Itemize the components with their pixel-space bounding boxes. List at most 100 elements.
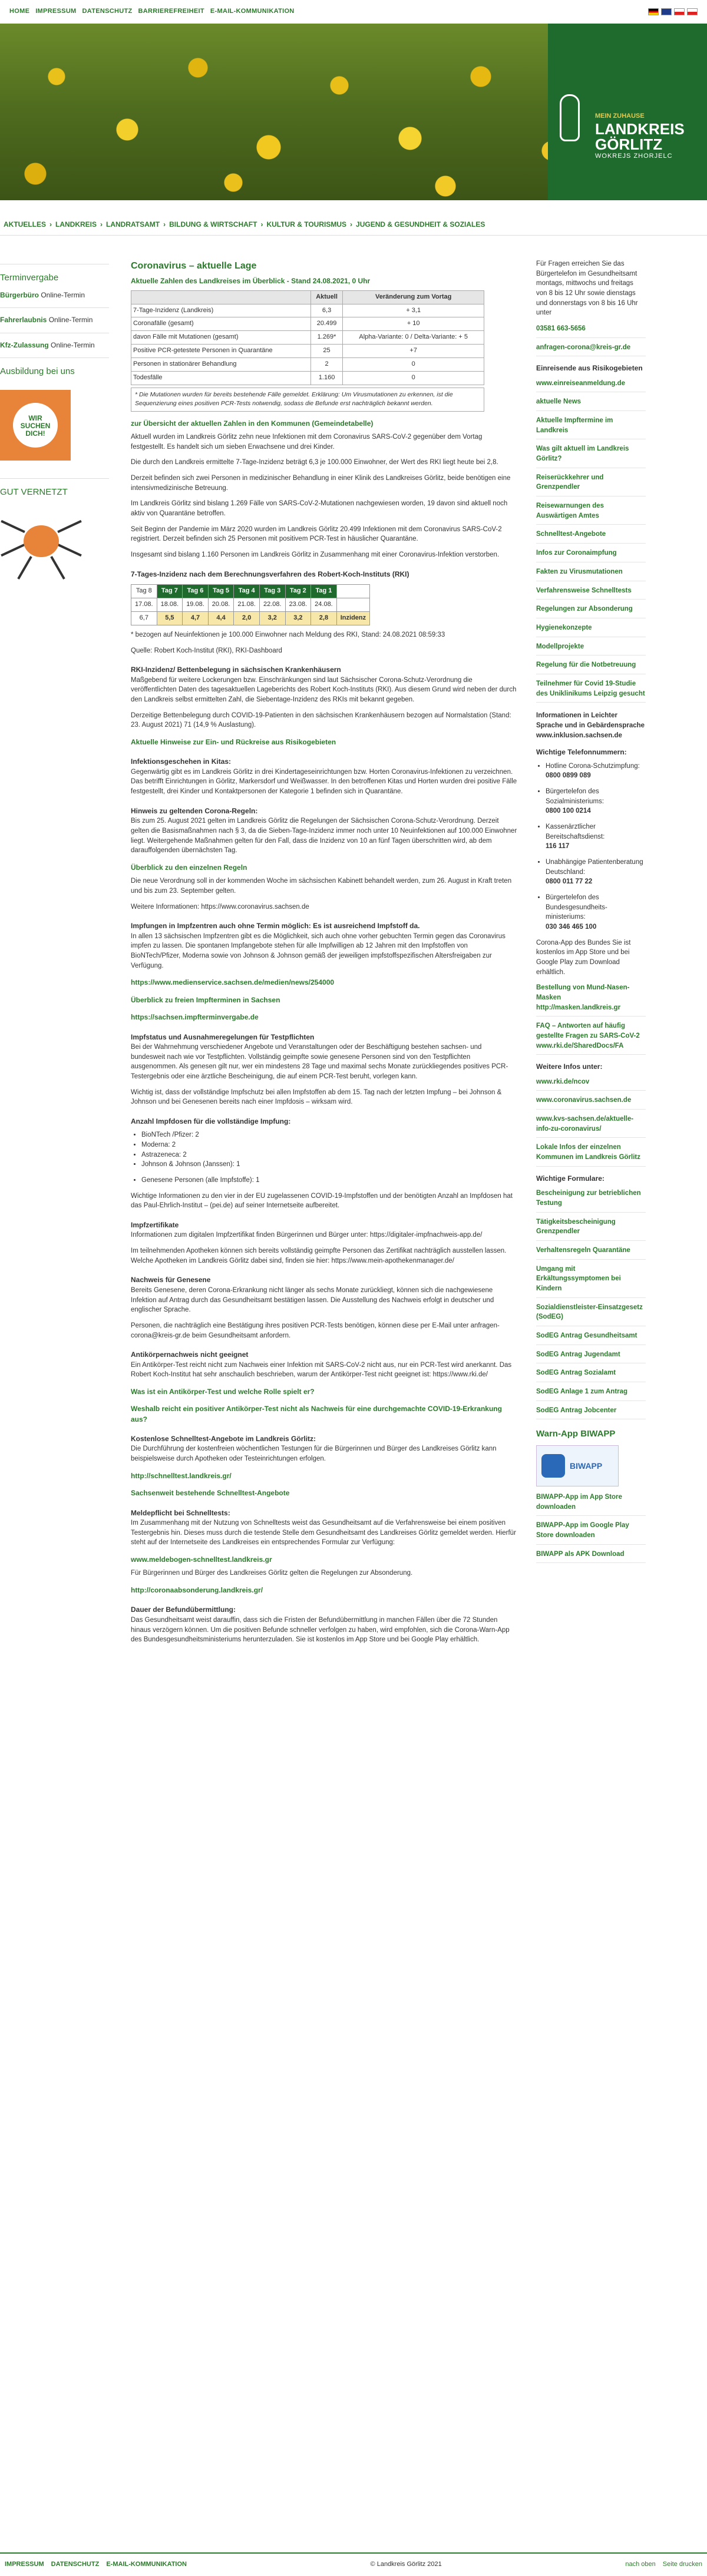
nav-aktuelles[interactable]: AKTUELLES (4, 220, 46, 230)
wir-suchen-dich-badge[interactable]: WIR SUCHEN DICH! (0, 389, 71, 461)
top-link-email[interactable]: E-MAIL-KOMMUNIKATION (210, 7, 295, 16)
info-link[interactable]: Lokale Infos der einzelnen Kommunen im L… (536, 1143, 646, 1167)
footer-datenschutz[interactable]: DATENSCHUTZ (51, 2560, 100, 2570)
impf-link[interactable]: https://www.medienservice.sachsen.de/med… (131, 978, 517, 988)
top-link-impressum[interactable]: IMPRESSUM (35, 7, 76, 16)
footer-impressum[interactable]: IMPRESSUM (5, 2560, 44, 2570)
form-link[interactable]: SodEG Anlage 1 zum Antrag (536, 1387, 646, 1401)
nav-bildung[interactable]: BILDUNG & WIRTSCHAFT (169, 220, 257, 230)
list-item: Kassenärztlicher Bereitschaftsdienst:116… (546, 822, 646, 852)
flag-cz-icon[interactable] (687, 8, 698, 15)
schnelltest-link-2[interactable]: Sachsenweit bestehende Schnelltest-Angeb… (131, 1488, 517, 1498)
svc-buergerbuero[interactable]: Bürgerbüro Online-Termin (0, 290, 109, 300)
list-item: BioNTech /Pfizer: 2 (141, 1130, 517, 1140)
right-link[interactable]: Was gilt aktuell im Landkreis Görlitz? (536, 444, 646, 468)
befund-text: Das Gesundheitsamt weist darauffin, dass… (131, 1616, 510, 1644)
regeln-link[interactable]: Überblick zu den einzelnen Regeln (131, 863, 517, 873)
meldepflicht-text-2: Für Bürgerinnen und Bürger des Landkreis… (131, 1570, 413, 1577)
right-link[interactable]: aktuelle News (536, 397, 646, 412)
nav-jugend[interactable]: JUGEND & GESUNDHEIT & SOZIALES (356, 220, 485, 230)
impf-title: Impfungen in Impfzentren auch ohne Termi… (131, 922, 420, 931)
faq-link[interactable]: FAQ – Antworten auf häufig gestellte Fra… (536, 1021, 646, 1055)
hotline-phone[interactable]: 03581 663-5656 (536, 324, 646, 338)
drucken-link[interactable]: Seite drucken (663, 2560, 702, 2570)
para-6: Insgesamt sind bislang 1.160 Personen im… (131, 551, 500, 559)
kitas-title: Infektionsgeschehen in Kitas: (131, 757, 232, 766)
nav-landratsamt[interactable]: LANDRATSAMT (106, 220, 160, 230)
form-link[interactable]: SodEG Antrag Sozialamt (536, 1368, 646, 1382)
nach-oben-link[interactable]: nach oben (625, 2560, 655, 2570)
page: HOME IMPRESSUM DATENSCHUTZ BARRIEREFREIH… (0, 0, 707, 2576)
info-link[interactable]: www.kvs-sachsen.de/aktuelle-info-zu-coro… (536, 1114, 646, 1138)
top-link-home[interactable]: HOME (9, 7, 29, 16)
right-link[interactable]: Reiserückkehrer und Grenzpendler (536, 473, 646, 497)
top-link-barrierefreiheit[interactable]: BARRIEREFREIHEIT (138, 7, 204, 16)
biwapp-logo[interactable]: BIWAPP (536, 1445, 619, 1487)
right-link[interactable]: Fakten zu Virusmutationen (536, 567, 646, 581)
spider-mascot-icon[interactable] (0, 508, 82, 584)
antikoerper-link-1[interactable]: Was ist ein Antikörper-Test und welche R… (131, 1387, 517, 1397)
right-link[interactable]: Aktuelle Impftermine im Landkreis (536, 416, 646, 440)
top-link-datenschutz[interactable]: DATENSCHUTZ (82, 7, 133, 16)
nav-landkreis[interactable]: LANDKREIS (55, 220, 97, 230)
biwapp-link[interactable]: BIWAPP-App im App Store downloaden (536, 1492, 646, 1517)
ausbildung-title: Ausbildung bei uns (0, 366, 75, 376)
right-link[interactable]: Infos zur Coronaimpfung (536, 548, 646, 562)
form-link[interactable]: Bescheinigung zur betrieblichen Testung (536, 1188, 646, 1213)
svc-fahrerlaubnis[interactable]: Fahrerlaubnis Online-Termin (0, 315, 109, 325)
gemeindetabelle-link[interactable]: zur Übersicht der aktuellen Zahlen in de… (131, 419, 517, 429)
einreise-label: Einreisende aus Risikogebieten (536, 364, 643, 373)
terminvergabe-title: Terminvergabe (0, 273, 59, 283)
right-link[interactable]: Modellprojekte (536, 642, 646, 656)
info-link[interactable]: www.rki.de/ncov (536, 1077, 646, 1091)
rki-source[interactable]: Quelle: Robert Koch-Institut (RKI), RKI-… (131, 646, 517, 656)
flag-pl-icon[interactable] (674, 8, 685, 15)
zertifikat-title: Impfzertifikate (131, 1221, 179, 1230)
right-link[interactable]: Hygienekonzepte (536, 623, 646, 637)
form-link[interactable]: Umgang mit Erkältungssymptomen bei Kinde… (536, 1264, 646, 1298)
nav-kultur[interactable]: KULTUR & TOURISMUS (266, 220, 346, 230)
hotline-mail[interactable]: anfragen-corona@kreis-gr.de (536, 343, 646, 357)
info-link[interactable]: www.coronavirus.sachsen.de (536, 1095, 646, 1110)
genesene-text: Bereits Genesene, deren Corona-Erkrankun… (131, 1286, 494, 1314)
right-link[interactable]: Reisewarnungen des Auswärtigen Amtes (536, 501, 646, 525)
col-veraenderung: Veränderung zum Vortag (342, 290, 484, 304)
right-link[interactable]: www.einreiseanmeldung.de (536, 379, 646, 393)
right-link[interactable]: Regelungen zur Absonderung (536, 604, 646, 618)
form-link[interactable]: Verhaltensregeln Quarantäne (536, 1246, 646, 1260)
masken-link[interactable]: Bestellung von Mund-Nasen-Masken http://… (536, 983, 646, 1017)
col-aktuell: Aktuell (310, 290, 343, 304)
impftermine-link[interactable]: Überblick zu freien Impfterminen in Sach… (131, 995, 517, 1005)
svc-kfz[interactable]: Kfz-Zulassung Online-Termin (0, 340, 109, 350)
footer-email[interactable]: E-MAIL-KOMMUNIKATION (106, 2560, 187, 2570)
table-row: Positive PCR-getestete Personen in Quara… (131, 344, 484, 359)
right-link[interactable]: Schnelltest-Angebote (536, 529, 646, 544)
leichte-sprache[interactable]: Informationen in Leichter Sprache und in… (536, 711, 646, 740)
antikoerper-link-2[interactable]: Weshalb reicht ein positiver Antikörper-… (131, 1404, 517, 1425)
form-link[interactable]: SodEG Antrag Jugendamt (536, 1350, 646, 1364)
absonderung-link[interactable]: http://coronaabsonderung.landkreis.gr/ (131, 1585, 517, 1595)
header-banner: MEIN ZUHAUSE LANDKREIS GÖRLITZ WOKREJS Z… (0, 24, 707, 200)
regeln-text-3[interactable]: Weitere Informationen: https://www.coron… (131, 902, 517, 912)
flag-gb-icon[interactable] (661, 8, 672, 15)
impftermine-url[interactable]: https://sachsen.impfterminvergabe.de (131, 1012, 517, 1022)
flag-de-icon[interactable] (648, 8, 659, 15)
biwapp-link[interactable]: BIWAPP als APK Download (536, 1549, 646, 1564)
right-link[interactable]: Regelung für die Notbetreuung (536, 660, 646, 674)
para-5: Seit Beginn der Pandemie im März 2020 wu… (131, 525, 502, 543)
meldebogen-link[interactable]: www.meldebogen-schnelltest.landkreis.gr (131, 1555, 517, 1565)
right-link[interactable]: Teilnehmer für Covid 19-Studie des Unikl… (536, 679, 646, 703)
list-item: Johnson & Johnson (Janssen): 1 (141, 1160, 517, 1170)
testpflicht-text-2: Wichtig ist, dass der vollständige Impfs… (131, 1088, 502, 1106)
rki-note: * bezogen auf Neuinfektionen je 100.000 … (131, 631, 445, 638)
form-link[interactable]: SodEG Antrag Gesundheitsamt (536, 1331, 646, 1345)
form-link[interactable]: Sozialdienstleister-Einsatzgesetz (SodEG… (536, 1303, 646, 1326)
site-logo[interactable]: MEIN ZUHAUSE LANDKREIS GÖRLITZ WOKREJS Z… (548, 24, 707, 200)
schnelltest-link[interactable]: http://schnelltest.landkreis.gr/ (131, 1471, 517, 1481)
einreise-link[interactable]: Aktuelle Hinweise zur Ein- und Rückreise… (131, 737, 517, 747)
biwapp-link[interactable]: BIWAPP-App im Google Play Store download… (536, 1521, 646, 1545)
form-link[interactable]: SodEG Antrag Jobcenter (536, 1406, 646, 1420)
schnelltest-text: Die Durchführung der kostenfreien wöchen… (131, 1445, 497, 1463)
form-link[interactable]: Tätigkeitsbescheinigung Grenzpendler (536, 1217, 646, 1241)
right-link[interactable]: Verfahrensweise Schnelltests (536, 586, 646, 600)
